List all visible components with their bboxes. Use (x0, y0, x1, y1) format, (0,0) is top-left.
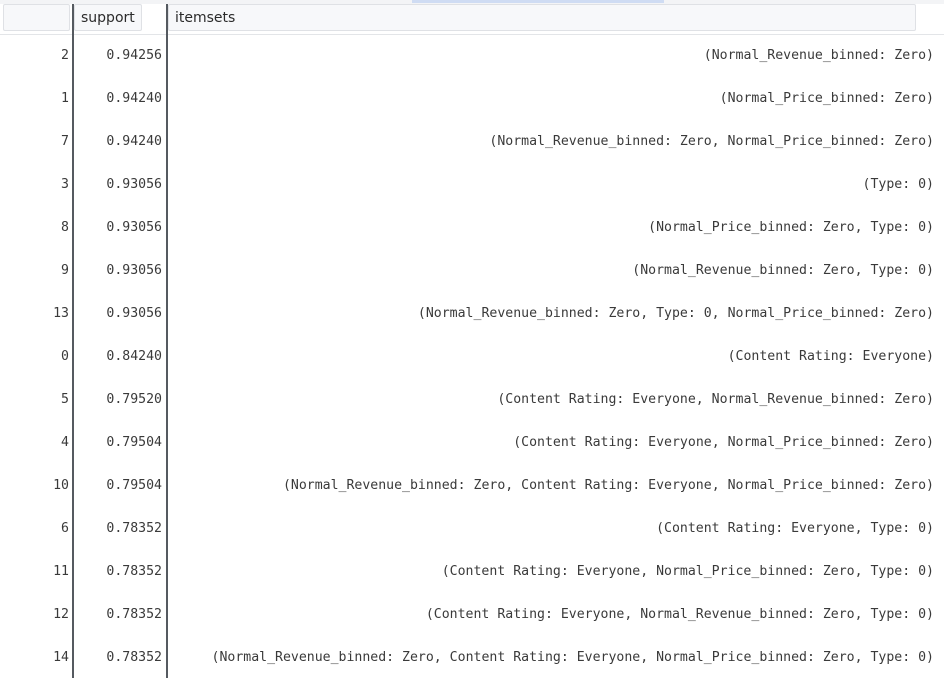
row-index: 2 (61, 48, 69, 63)
table-row[interactable]: 0 0.84240 (Content Rating: Everyone) (0, 335, 944, 378)
support-cell: 0.78352 (106, 564, 162, 579)
itemsets-cell: (Normal_Price_binned: Zero) (719, 91, 934, 106)
table-header: support itemsets (0, 4, 944, 35)
table-row[interactable]: 7 0.94240 (Normal_Revenue_binned: Zero, No… (0, 120, 944, 163)
table-row[interactable]: 13 0.93056 (Normal_Revenue_binned: Zero, T… (0, 292, 944, 335)
row-index: 1 (61, 91, 69, 106)
support-cell: 0.93056 (106, 306, 162, 321)
support-cell: 0.79504 (106, 435, 162, 450)
table-row[interactable]: 1 0.94240 (Normal_Price_binned: Zero) (0, 77, 944, 120)
itemsets-cell: (Normal_Revenue_binned: Zero, Type: 0) (632, 263, 934, 278)
table-row[interactable]: 2 0.94256 (Normal_Revenue_binned: Zero) (0, 34, 944, 77)
itemsets-cell: (Content Rating: Everyone, Type: 0) (656, 521, 934, 536)
itemsets-cell: (Type: 0) (862, 177, 934, 192)
table-row[interactable]: 8 0.93056 (Normal_Price_binned: Zero, Type… (0, 206, 944, 249)
row-index: 14 (53, 650, 69, 665)
row-index: 5 (61, 392, 69, 407)
row-index: 3 (61, 177, 69, 192)
support-cell: 0.93056 (106, 177, 162, 192)
itemsets-cell: (Content Rating: Everyone, Normal_Revenu… (497, 392, 934, 407)
row-index: 12 (53, 607, 69, 622)
table-row[interactable]: 3 0.93056 (Type: 0) (0, 163, 944, 206)
table-row[interactable]: 14 0.78352 (Normal_Revenue_binned: Zero, C… (0, 636, 944, 679)
table-row[interactable]: 4 0.79504 (Content Rating: Everyone, Norma… (0, 421, 944, 464)
support-cell: 0.94240 (106, 91, 162, 106)
itemsets-cell: (Normal_Revenue_binned: Zero, Normal_Pri… (489, 134, 934, 149)
row-index: 8 (61, 220, 69, 235)
table-row[interactable]: 5 0.79520 (Content Rating: Everyone, Norma… (0, 378, 944, 421)
support-cell: 0.84240 (106, 349, 162, 364)
support-cell: 0.93056 (106, 263, 162, 278)
itemsets-cell: (Normal_Revenue_binned: Zero, Content Ra… (282, 478, 934, 493)
support-cell: 0.79520 (106, 392, 162, 407)
support-cell: 0.78352 (106, 607, 162, 622)
itemsets-cell: (Normal_Revenue_binned: Zero, Type: 0, N… (417, 306, 934, 321)
itemsets-cell: (Content Rating: Everyone, Normal_Price_… (513, 435, 934, 450)
row-index: 7 (61, 134, 69, 149)
table-row[interactable]: 11 0.78352 (Content Rating: Everyone, Norm… (0, 550, 944, 593)
itemsets-cell: (Normal_Revenue_binned: Zero) (703, 48, 934, 63)
column-header-index[interactable] (3, 4, 70, 31)
itemsets-cell: (Content Rating: Everyone) (727, 349, 934, 364)
itemsets-cell: (Normal_Revenue_binned: Zero, Content Ra… (211, 650, 935, 665)
column-header-support[interactable]: support (74, 4, 142, 31)
table-row[interactable]: 9 0.93056 (Normal_Revenue_binned: Zero, Ty… (0, 249, 944, 292)
support-cell: 0.78352 (106, 650, 162, 665)
row-index: 13 (53, 306, 69, 321)
table-row[interactable]: 12 0.78352 (Content Rating: Everyone, Norm… (0, 593, 944, 636)
row-index: 0 (61, 349, 69, 364)
itemsets-cell: (Content Rating: Everyone, Normal_Price_… (441, 564, 934, 579)
support-cell: 0.79504 (106, 478, 162, 493)
support-cell: 0.78352 (106, 521, 162, 536)
support-cell: 0.94256 (106, 48, 162, 63)
row-index: 4 (61, 435, 69, 450)
row-index: 6 (61, 521, 69, 536)
horizontal-scroll-thumb[interactable] (412, 0, 664, 3)
support-cell: 0.93056 (106, 220, 162, 235)
itemsets-cell: (Content Rating: Everyone, Normal_Revenu… (425, 607, 934, 622)
support-cell: 0.94240 (106, 134, 162, 149)
itemsets-cell: (Normal_Price_binned: Zero, Type: 0) (648, 220, 934, 235)
row-index: 10 (53, 478, 69, 493)
row-index: 9 (61, 263, 69, 278)
table-row[interactable]: 6 0.78352 (Content Rating: Everyone, Type:… (0, 507, 944, 550)
row-index: 11 (53, 564, 69, 579)
column-header-itemsets[interactable]: itemsets (168, 4, 916, 31)
table-row[interactable]: 10 0.79504 (Normal_Revenue_binned: Zero, C… (0, 464, 944, 507)
